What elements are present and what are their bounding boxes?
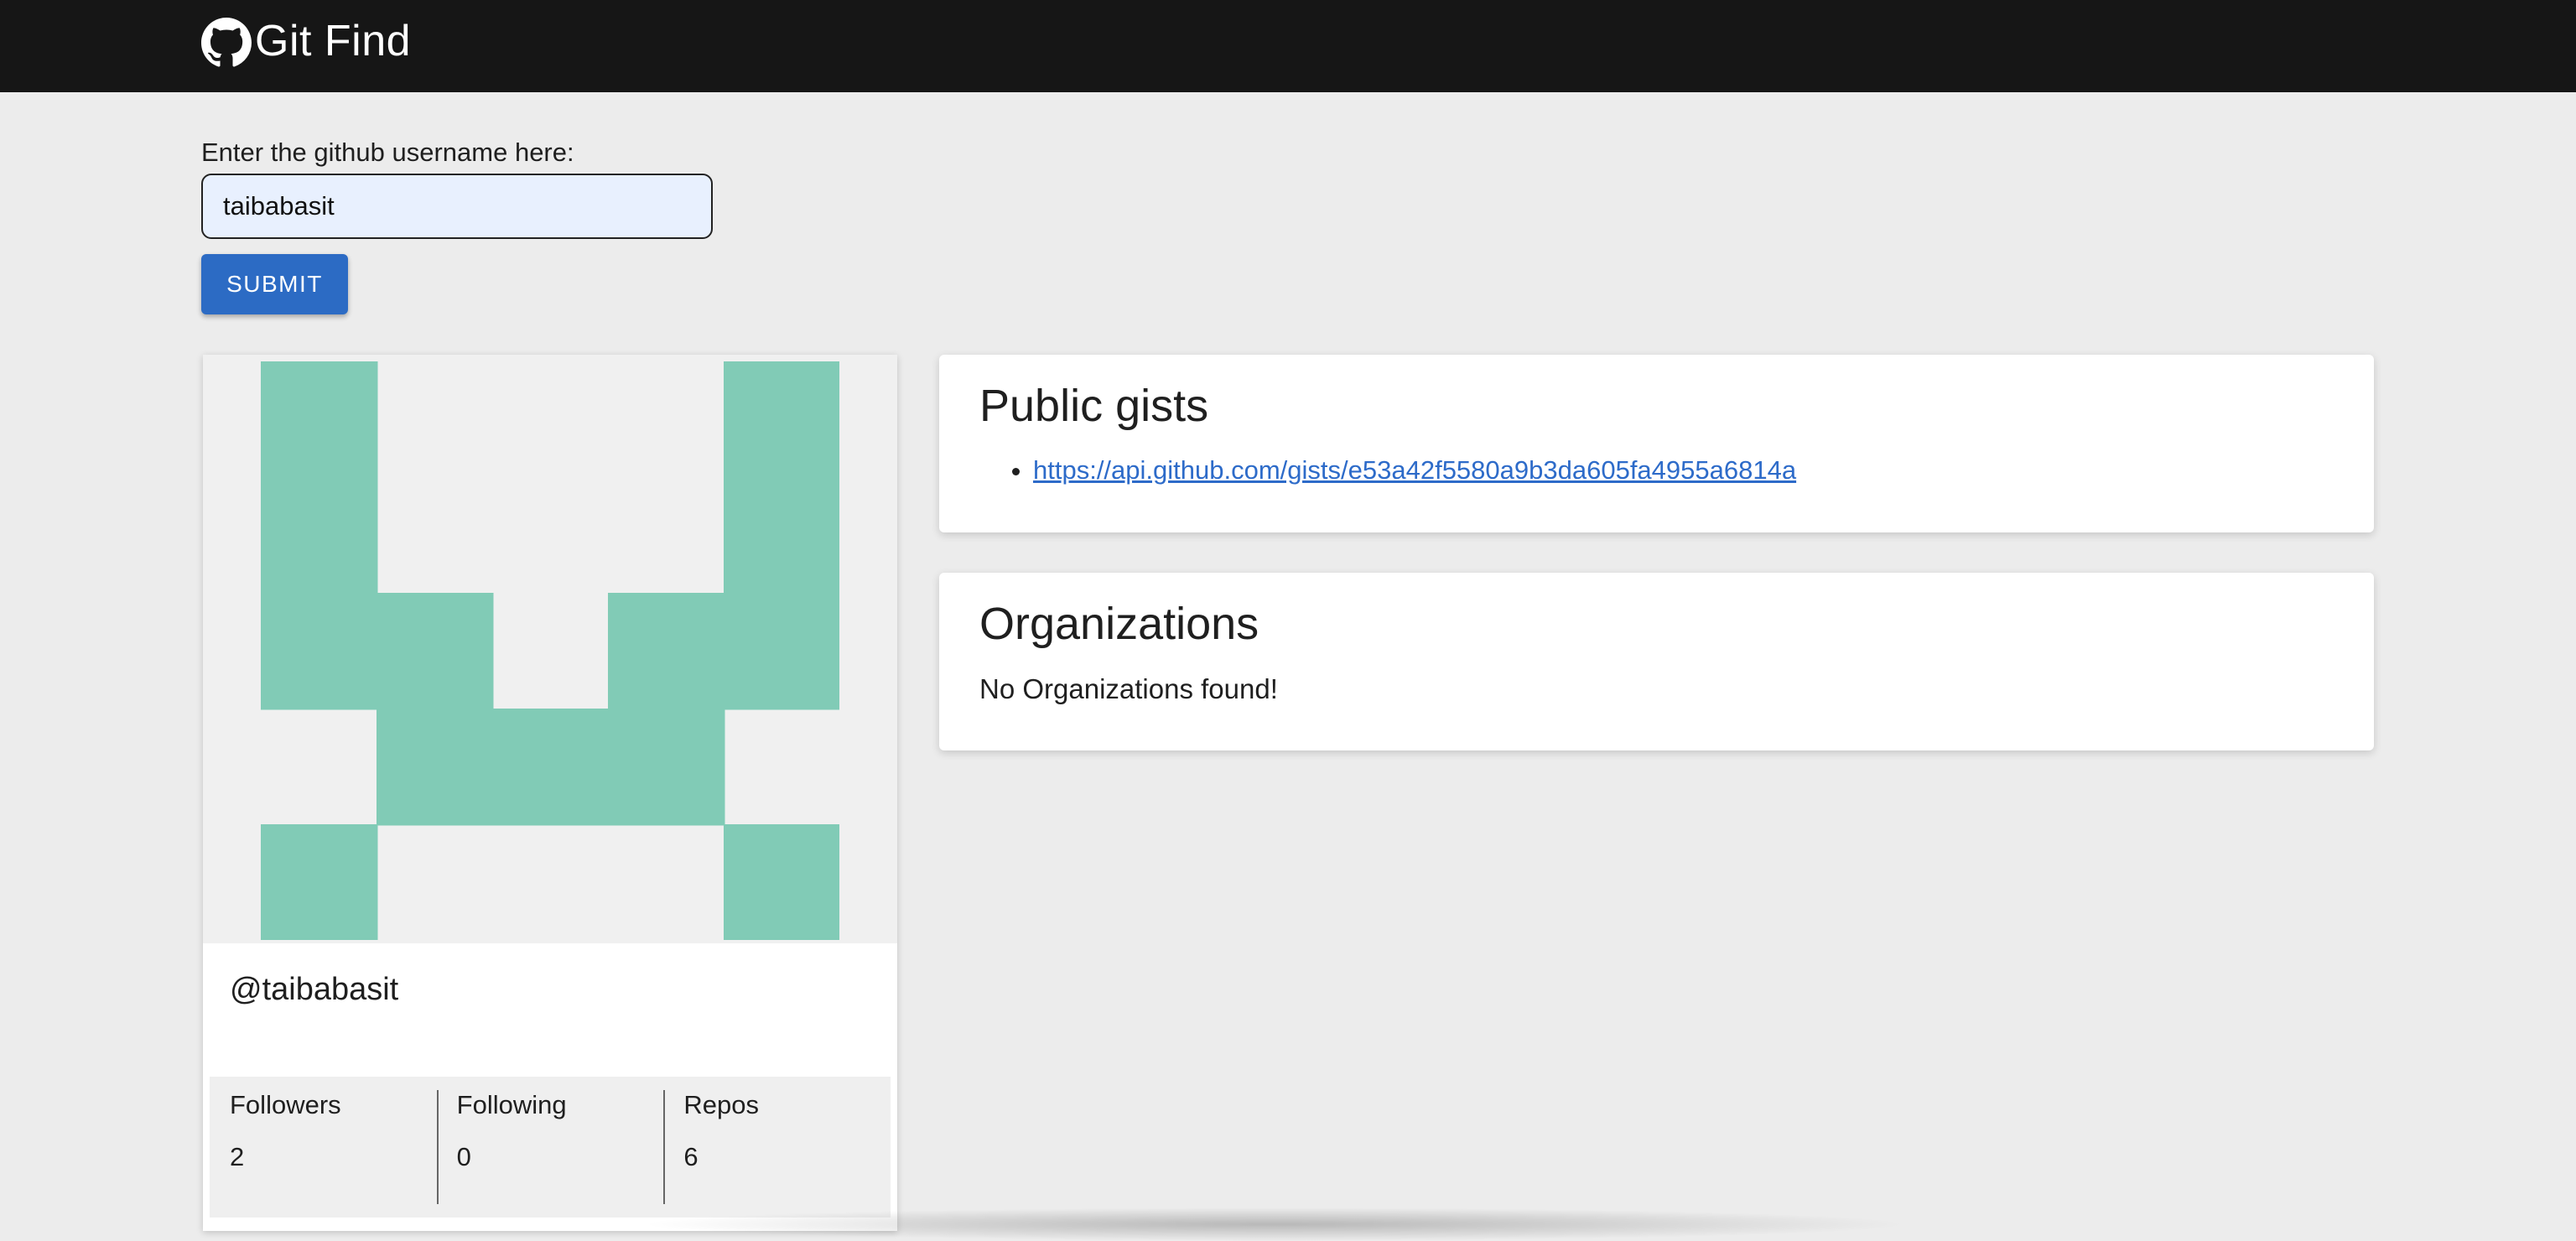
stat-label: Following — [456, 1090, 567, 1119]
stat-following: Following 0 — [436, 1077, 664, 1218]
identicon-cell — [492, 709, 610, 826]
identicon-cell — [608, 593, 725, 710]
submit-button[interactable]: SUBMIT — [201, 254, 348, 314]
brand-title: Git Find — [255, 17, 412, 65]
identicon-cell — [261, 361, 378, 479]
stat-followers: Followers 2 — [210, 1077, 437, 1218]
profile-handle: @taibabasit — [230, 972, 399, 1007]
identicon-image — [261, 361, 839, 940]
list-item: https://api.github.com/gists/e53a42f5580… — [1033, 455, 1796, 485]
brand-logo-link[interactable]: Git Find — [201, 12, 411, 70]
top-navbar: Git Find — [0, 0, 2576, 92]
gist-list: https://api.github.com/gists/e53a42f5580… — [979, 455, 1796, 485]
github-icon — [201, 11, 252, 72]
identicon-cell — [261, 593, 378, 710]
username-input[interactable] — [201, 174, 713, 239]
avatar — [203, 355, 897, 943]
stat-value: 6 — [683, 1142, 699, 1171]
identicon-cell — [377, 593, 494, 710]
profile-card: @taibabasit Followers 2 Following 0 Repo… — [203, 355, 897, 1231]
organizations-title: Organizations — [979, 599, 1259, 649]
page-bottom-shadow — [637, 1207, 1912, 1241]
identicon-cell — [724, 593, 839, 710]
stat-value: 2 — [230, 1142, 245, 1171]
identicon-cell — [377, 709, 494, 826]
gist-link[interactable]: https://api.github.com/gists/e53a42f5580… — [1033, 455, 1796, 485]
identicon-cell — [608, 709, 725, 826]
stat-label: Repos — [683, 1090, 759, 1119]
identicon-cell — [261, 477, 378, 595]
stat-label: Followers — [230, 1090, 341, 1119]
public-gists-panel: Public gists https://api.github.com/gist… — [939, 355, 2374, 532]
stat-value: 0 — [456, 1142, 471, 1171]
identicon-cell — [261, 824, 378, 940]
identicon-cell — [724, 361, 839, 479]
gists-title: Public gists — [979, 381, 1209, 431]
stat-repos: Repos 6 — [663, 1077, 891, 1218]
username-label: Enter the github username here: — [201, 138, 574, 167]
organizations-panel: Organizations No Organizations found! — [939, 573, 2374, 750]
identicon-cell — [724, 824, 839, 940]
identicon-cell — [724, 477, 839, 595]
profile-stats: Followers 2 Following 0 Repos 6 — [210, 1077, 891, 1218]
organizations-empty-text: No Organizations found! — [979, 673, 1278, 704]
